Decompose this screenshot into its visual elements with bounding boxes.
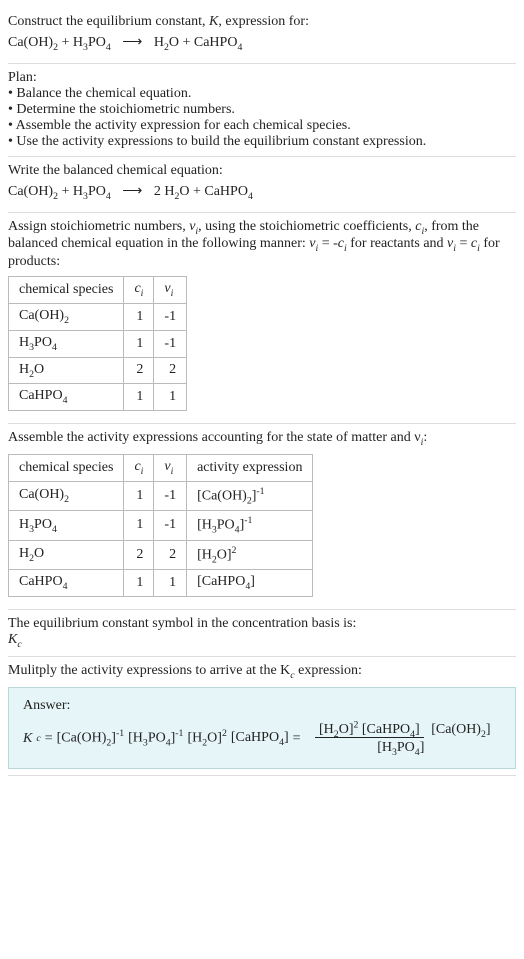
- table-row: H2O 2 2 [H2O]2: [9, 540, 313, 569]
- answer-label: Answer:: [23, 698, 501, 714]
- species-cell: CaHPO4: [9, 384, 124, 411]
- species-cell: H2O: [9, 357, 124, 384]
- table-row: CaHPO4 1 1: [9, 384, 187, 411]
- ci-cell: 1: [124, 570, 154, 597]
- table-row: Ca(OH)2 1 -1: [9, 303, 187, 330]
- vi-cell: 2: [154, 540, 187, 569]
- multiply-text: Mulitply the activity expressions to arr…: [8, 663, 516, 681]
- plan-bullet-4: • Use the activity expressions to build …: [8, 134, 516, 150]
- coef-h2o: 2: [154, 184, 161, 199]
- col-vi: νi: [154, 454, 187, 481]
- ci-cell: 1: [124, 384, 154, 411]
- table-row: H3PO4 1 -1: [9, 330, 187, 357]
- balanced-title: Write the balanced chemical equation:: [8, 163, 516, 179]
- vi-cell: -1: [154, 511, 187, 540]
- eqconst-text: The equilibrium constant symbol in the c…: [8, 616, 516, 632]
- species-cell: H3PO4: [9, 511, 124, 540]
- table-row: CaHPO4 1 1 [CaHPO4]: [9, 570, 313, 597]
- ci-cell: 1: [124, 303, 154, 330]
- assemble-section: Assemble the activity expressions accoun…: [8, 424, 516, 610]
- plan-title: Plan:: [8, 70, 516, 86]
- col-species: chemical species: [9, 277, 124, 304]
- table-header-row: chemical species ci νi: [9, 277, 187, 304]
- kc-expression: Kc = [Ca(OH)2]-1 [H3PO4]-1 [H2O]2 [CaHPO…: [23, 720, 501, 758]
- activity-cell: [Ca(OH)2]-1: [187, 481, 313, 510]
- species-cell: Ca(OH)2: [9, 303, 124, 330]
- prompt-text: Construct the equilibrium constant, K, e…: [8, 14, 516, 30]
- unbalanced-equation: Ca(OH)2 + H3PO4 ⟶ H2O + CaHPO4: [8, 34, 516, 53]
- stoich-table-1: chemical species ci νi Ca(OH)2 1 -1 H3PO…: [8, 276, 187, 411]
- answer-box: Answer: Kc = [Ca(OH)2]-1 [H3PO4]-1 [H2O]…: [8, 687, 516, 769]
- vi-cell: -1: [154, 481, 187, 510]
- ci-cell: 2: [124, 540, 154, 569]
- species-cell: Ca(OH)2: [9, 481, 124, 510]
- plan-bullet-3: • Assemble the activity expression for e…: [8, 118, 516, 134]
- plan-bullet-2: • Determine the stoichiometric numbers.: [8, 102, 516, 118]
- table-header-row: chemical species ci νi activity expressi…: [9, 454, 313, 481]
- ci-cell: 2: [124, 357, 154, 384]
- vi-cell: -1: [154, 303, 187, 330]
- activity-cell: [CaHPO4]: [187, 570, 313, 597]
- prompt-section: Construct the equilibrium constant, K, e…: [8, 8, 516, 64]
- table-row: H2O 2 2: [9, 357, 187, 384]
- plan-section: Plan: • Balance the chemical equation. •…: [8, 64, 516, 157]
- vi-cell: 2: [154, 357, 187, 384]
- col-ci: ci: [124, 277, 154, 304]
- col-species: chemical species: [9, 454, 124, 481]
- col-activity: activity expression: [187, 454, 313, 481]
- balanced-equation: Ca(OH)2 + H3PO4 ⟶ 2 H2O + CaHPO4: [8, 183, 516, 202]
- kc-fraction: [H2O]2 [CaHPO4] [Ca(OH)2] [H3PO4]: [305, 720, 501, 758]
- ci-cell: 1: [124, 330, 154, 357]
- species-cell: H3PO4: [9, 330, 124, 357]
- activity-cell: [H2O]2: [187, 540, 313, 569]
- table-row: H3PO4 1 -1 [H3PO4]-1: [9, 511, 313, 540]
- assign-section: Assign stoichiometric numbers, νi, using…: [8, 213, 516, 425]
- assemble-text: Assemble the activity expressions accoun…: [8, 430, 516, 448]
- stoich-table-2: chemical species ci νi activity expressi…: [8, 454, 313, 597]
- kc-symbol: Kc: [8, 632, 516, 650]
- assign-text: Assign stoichiometric numbers, νi, using…: [8, 219, 516, 271]
- multiply-section: Mulitply the activity expressions to arr…: [8, 657, 516, 776]
- vi-cell: 1: [154, 384, 187, 411]
- vi-cell: -1: [154, 330, 187, 357]
- species-cell: CaHPO4: [9, 570, 124, 597]
- table-row: Ca(OH)2 1 -1 [Ca(OH)2]-1: [9, 481, 313, 510]
- species-cell: H2O: [9, 540, 124, 569]
- balanced-section: Write the balanced chemical equation: Ca…: [8, 157, 516, 213]
- ci-cell: 1: [124, 511, 154, 540]
- col-ci: ci: [124, 454, 154, 481]
- ci-cell: 1: [124, 481, 154, 510]
- eqconst-section: The equilibrium constant symbol in the c…: [8, 610, 516, 657]
- col-vi: νi: [154, 277, 187, 304]
- vi-cell: 1: [154, 570, 187, 597]
- plan-bullet-1: • Balance the chemical equation.: [8, 86, 516, 102]
- activity-cell: [H3PO4]-1: [187, 511, 313, 540]
